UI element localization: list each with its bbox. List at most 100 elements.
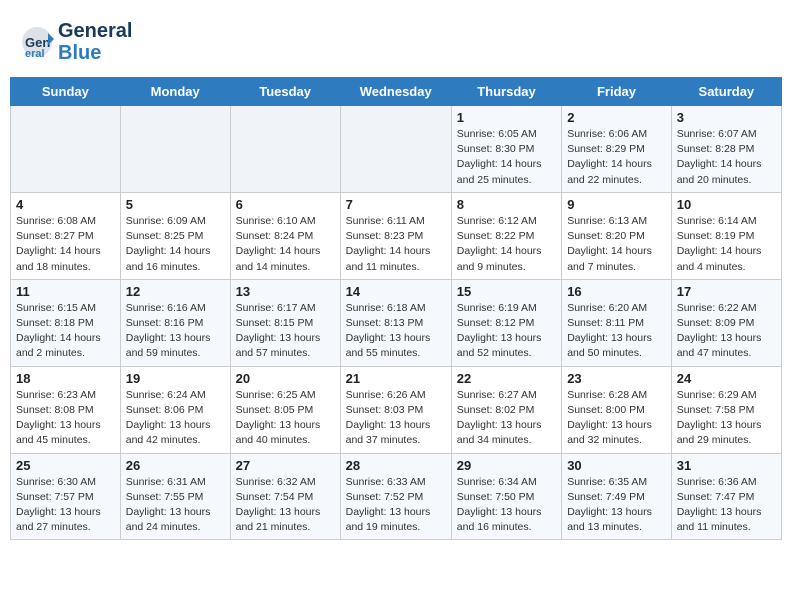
day-number: 10 xyxy=(677,197,776,212)
calendar-cell: 6 Sunrise: 6:10 AMSunset: 8:24 PMDaylight… xyxy=(230,192,340,279)
calendar-cell: 20 Sunrise: 6:25 AMSunset: 8:05 PMDayligh… xyxy=(230,366,340,453)
day-info: Sunrise: 6:20 AMSunset: 8:11 PMDaylight:… xyxy=(567,301,666,362)
day-info: Sunrise: 6:35 AMSunset: 7:49 PMDaylight:… xyxy=(567,475,666,536)
day-info: Sunrise: 6:24 AMSunset: 8:06 PMDaylight:… xyxy=(126,388,225,449)
day-info: Sunrise: 6:27 AMSunset: 8:02 PMDaylight:… xyxy=(457,388,556,449)
day-number: 30 xyxy=(567,458,666,473)
calendar-cell: 27 Sunrise: 6:32 AMSunset: 7:54 PMDayligh… xyxy=(230,453,340,540)
day-info: Sunrise: 6:30 AMSunset: 7:57 PMDaylight:… xyxy=(16,475,115,536)
day-info: Sunrise: 6:07 AMSunset: 8:28 PMDaylight:… xyxy=(677,127,776,188)
calendar-cell xyxy=(340,106,451,193)
calendar-cell: 24 Sunrise: 6:29 AMSunset: 7:58 PMDayligh… xyxy=(671,366,781,453)
day-info: Sunrise: 6:34 AMSunset: 7:50 PMDaylight:… xyxy=(457,475,556,536)
calendar-cell: 3 Sunrise: 6:07 AMSunset: 8:28 PMDaylight… xyxy=(671,106,781,193)
calendar-cell xyxy=(11,106,121,193)
calendar-cell: 11Sunrise: 6:15 AMSunset: 8:18 PMDayligh… xyxy=(11,279,121,366)
calendar-cell: 13Sunrise: 6:17 AMSunset: 8:15 PMDayligh… xyxy=(230,279,340,366)
day-info: Sunrise: 6:15 AMSunset: 8:18 PMDaylight:… xyxy=(16,301,115,362)
day-number: 28 xyxy=(346,458,446,473)
calendar-cell xyxy=(120,106,230,193)
calendar-week-row: 11Sunrise: 6:15 AMSunset: 8:18 PMDayligh… xyxy=(11,279,782,366)
calendar-cell: 16Sunrise: 6:20 AMSunset: 8:11 PMDayligh… xyxy=(562,279,672,366)
calendar-table: SundayMondayTuesdayWednesdayThursdayFrid… xyxy=(10,77,782,540)
calendar-cell: 19 Sunrise: 6:24 AMSunset: 8:06 PMDayligh… xyxy=(120,366,230,453)
page-header: Gen eral GeneralBlue xyxy=(10,10,782,69)
day-info: Sunrise: 6:33 AMSunset: 7:52 PMDaylight:… xyxy=(346,475,446,536)
day-info: Sunrise: 6:25 AMSunset: 8:05 PMDaylight:… xyxy=(236,388,335,449)
day-info: Sunrise: 6:29 AMSunset: 7:58 PMDaylight:… xyxy=(677,388,776,449)
calendar-cell: 17Sunrise: 6:22 AMSunset: 8:09 PMDayligh… xyxy=(671,279,781,366)
day-number: 4 xyxy=(16,197,115,212)
day-number: 29 xyxy=(457,458,556,473)
day-number: 6 xyxy=(236,197,335,212)
day-number: 5 xyxy=(126,197,225,212)
day-number: 15 xyxy=(457,284,556,299)
day-number: 26 xyxy=(126,458,225,473)
calendar-cell: 28 Sunrise: 6:33 AMSunset: 7:52 PMDayligh… xyxy=(340,453,451,540)
day-info: Sunrise: 6:09 AMSunset: 8:25 PMDaylight:… xyxy=(126,214,225,275)
calendar-header-row: SundayMondayTuesdayWednesdayThursdayFrid… xyxy=(11,78,782,106)
day-info: Sunrise: 6:18 AMSunset: 8:13 PMDaylight:… xyxy=(346,301,446,362)
day-number: 14 xyxy=(346,284,446,299)
calendar-cell: 15 Sunrise: 6:19 AMSunset: 8:12 PMDayligh… xyxy=(451,279,561,366)
day-number: 13 xyxy=(236,284,335,299)
calendar-cell: 5 Sunrise: 6:09 AMSunset: 8:25 PMDaylight… xyxy=(120,192,230,279)
calendar-cell: 4 Sunrise: 6:08 AMSunset: 8:27 PMDaylight… xyxy=(11,192,121,279)
calendar-cell xyxy=(230,106,340,193)
day-number: 20 xyxy=(236,371,335,386)
calendar-cell: 12Sunrise: 6:16 AMSunset: 8:16 PMDayligh… xyxy=(120,279,230,366)
calendar-cell: 1Sunrise: 6:05 AMSunset: 8:30 PMDaylight… xyxy=(451,106,561,193)
day-info: Sunrise: 6:12 AMSunset: 8:22 PMDaylight:… xyxy=(457,214,556,275)
day-number: 23 xyxy=(567,371,666,386)
day-number: 25 xyxy=(16,458,115,473)
calendar-day-header: Wednesday xyxy=(340,78,451,106)
calendar-cell: 30 Sunrise: 6:35 AMSunset: 7:49 PMDayligh… xyxy=(562,453,672,540)
calendar-cell: 21 Sunrise: 6:26 AMSunset: 8:03 PMDayligh… xyxy=(340,366,451,453)
calendar-day-header: Friday xyxy=(562,78,672,106)
day-info: Sunrise: 6:26 AMSunset: 8:03 PMDaylight:… xyxy=(346,388,446,449)
calendar-week-row: 25 Sunrise: 6:30 AMSunset: 7:57 PMDayligh… xyxy=(11,453,782,540)
day-number: 3 xyxy=(677,110,776,125)
day-info: Sunrise: 6:36 AMSunset: 7:47 PMDaylight:… xyxy=(677,475,776,536)
day-info: Sunrise: 6:10 AMSunset: 8:24 PMDaylight:… xyxy=(236,214,335,275)
calendar-cell: 2 Sunrise: 6:06 AMSunset: 8:29 PMDaylight… xyxy=(562,106,672,193)
day-number: 2 xyxy=(567,110,666,125)
day-number: 21 xyxy=(346,371,446,386)
day-number: 8 xyxy=(457,197,556,212)
svg-text:eral: eral xyxy=(25,48,45,59)
day-number: 17 xyxy=(677,284,776,299)
calendar-day-header: Tuesday xyxy=(230,78,340,106)
day-info: Sunrise: 6:05 AMSunset: 8:30 PMDaylight:… xyxy=(457,127,556,188)
calendar-day-header: Monday xyxy=(120,78,230,106)
day-info: Sunrise: 6:06 AMSunset: 8:29 PMDaylight:… xyxy=(567,127,666,188)
day-number: 19 xyxy=(126,371,225,386)
day-info: Sunrise: 6:31 AMSunset: 7:55 PMDaylight:… xyxy=(126,475,225,536)
calendar-day-header: Saturday xyxy=(671,78,781,106)
day-number: 9 xyxy=(567,197,666,212)
day-info: Sunrise: 6:32 AMSunset: 7:54 PMDaylight:… xyxy=(236,475,335,536)
calendar-day-header: Sunday xyxy=(11,78,121,106)
day-number: 27 xyxy=(236,458,335,473)
calendar-day-header: Thursday xyxy=(451,78,561,106)
day-number: 18 xyxy=(16,371,115,386)
day-number: 7 xyxy=(346,197,446,212)
calendar-cell: 9Sunrise: 6:13 AMSunset: 8:20 PMDaylight… xyxy=(562,192,672,279)
calendar-cell: 29 Sunrise: 6:34 AMSunset: 7:50 PMDayligh… xyxy=(451,453,561,540)
calendar-cell: 22Sunrise: 6:27 AMSunset: 8:02 PMDayligh… xyxy=(451,366,561,453)
day-info: Sunrise: 6:08 AMSunset: 8:27 PMDaylight:… xyxy=(16,214,115,275)
calendar-cell: 14 Sunrise: 6:18 AMSunset: 8:13 PMDayligh… xyxy=(340,279,451,366)
calendar-cell: 23Sunrise: 6:28 AMSunset: 8:00 PMDayligh… xyxy=(562,366,672,453)
logo-name: GeneralBlue xyxy=(58,20,132,64)
day-number: 24 xyxy=(677,371,776,386)
calendar-week-row: 1Sunrise: 6:05 AMSunset: 8:30 PMDaylight… xyxy=(11,106,782,193)
logo: Gen eral GeneralBlue xyxy=(20,20,132,64)
calendar-cell: 26 Sunrise: 6:31 AMSunset: 7:55 PMDayligh… xyxy=(120,453,230,540)
calendar-cell: 31 Sunrise: 6:36 AMSunset: 7:47 PMDayligh… xyxy=(671,453,781,540)
day-info: Sunrise: 6:23 AMSunset: 8:08 PMDaylight:… xyxy=(16,388,115,449)
calendar-cell: 18 Sunrise: 6:23 AMSunset: 8:08 PMDayligh… xyxy=(11,366,121,453)
day-number: 12 xyxy=(126,284,225,299)
calendar-cell: 7Sunrise: 6:11 AMSunset: 8:23 PMDaylight… xyxy=(340,192,451,279)
day-number: 31 xyxy=(677,458,776,473)
day-info: Sunrise: 6:19 AMSunset: 8:12 PMDaylight:… xyxy=(457,301,556,362)
calendar-week-row: 4 Sunrise: 6:08 AMSunset: 8:27 PMDaylight… xyxy=(11,192,782,279)
